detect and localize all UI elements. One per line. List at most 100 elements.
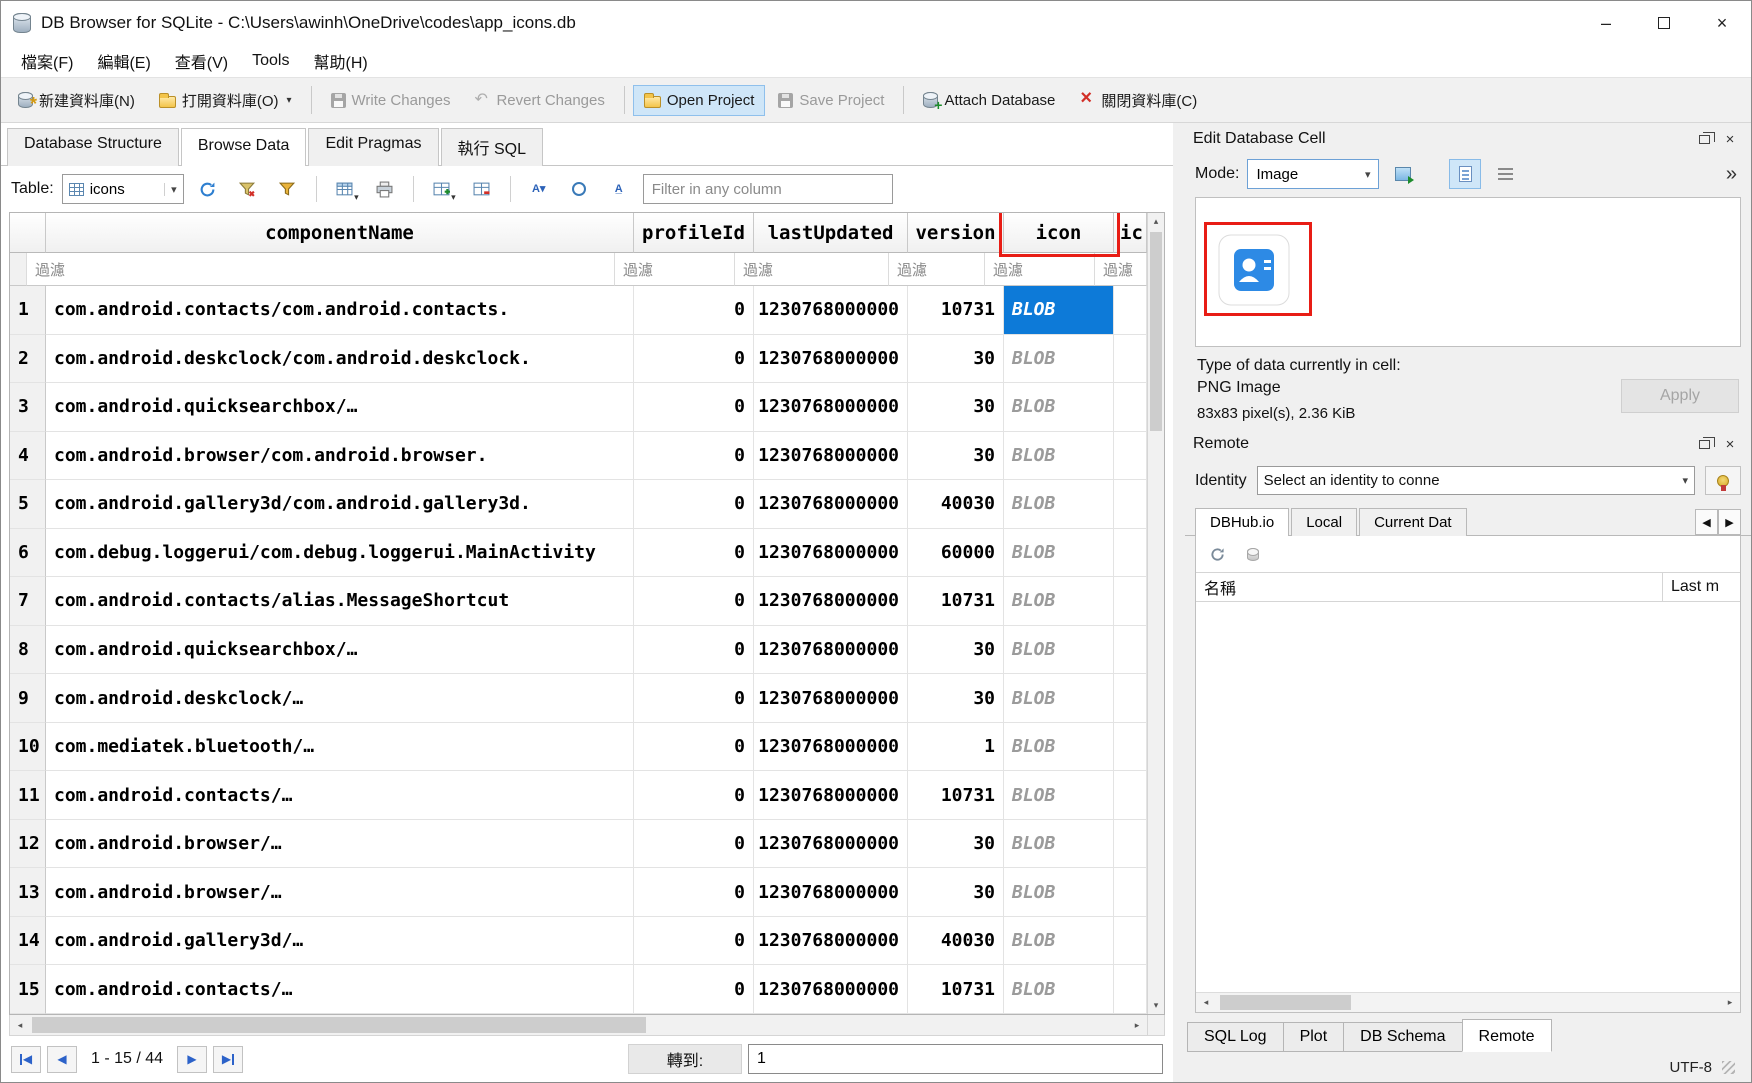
remote-column-name[interactable]: 名稱 xyxy=(1196,573,1662,601)
goto-record-input[interactable] xyxy=(748,1044,1163,1074)
scroll-right-arrow[interactable]: ▸ xyxy=(1720,993,1740,1012)
cell-version[interactable]: 40030 xyxy=(908,917,1004,966)
cell-version[interactable]: 30 xyxy=(908,626,1004,675)
column-header-componentName[interactable]: componentName xyxy=(46,213,634,253)
close-panel-button[interactable]: × xyxy=(1717,433,1743,455)
cell-version[interactable]: 10731 xyxy=(908,286,1004,335)
cell-lastUpdated[interactable]: 1230768000000 xyxy=(754,965,908,1014)
cell-version[interactable]: 30 xyxy=(908,383,1004,432)
scroll-left-arrow[interactable]: ◂ xyxy=(10,1015,30,1035)
open-project-button[interactable]: Open Project xyxy=(633,85,766,116)
text-mode-button[interactable] xyxy=(1449,159,1481,189)
horizontal-scrollbar[interactable]: ◂ ▸ xyxy=(9,1015,1165,1036)
cell-profileId[interactable]: 0 xyxy=(634,626,754,675)
tab-database-structure[interactable]: Database Structure xyxy=(7,128,179,166)
cell-componentName[interactable]: com.android.deskclock/com.android.deskcl… xyxy=(46,335,634,384)
cell-profileId[interactable]: 0 xyxy=(634,868,754,917)
cell-profileId[interactable]: 0 xyxy=(634,577,754,626)
vertical-scroll-track[interactable] xyxy=(1148,230,1164,997)
column-header-partial[interactable]: ic xyxy=(1114,213,1147,253)
cell-componentName[interactable]: com.android.contacts/… xyxy=(46,965,634,1014)
remote-scroll-thumb[interactable] xyxy=(1220,995,1351,1010)
column-header-lastUpdated[interactable]: lastUpdated xyxy=(754,213,908,253)
cell-componentName[interactable]: com.android.gallery3d/… xyxy=(46,917,634,966)
cell-icon[interactable]: BLOB xyxy=(1004,868,1114,917)
cell-version[interactable]: 10731 xyxy=(908,771,1004,820)
horizontal-scroll-track[interactable] xyxy=(30,1015,1127,1035)
tab-remote[interactable]: Remote xyxy=(1462,1019,1552,1052)
minimize-button[interactable]: – xyxy=(1577,1,1635,45)
save-results-button[interactable]: ▾ xyxy=(329,174,361,204)
resize-grip[interactable] xyxy=(1722,1061,1735,1074)
scroll-left-arrow[interactable]: ◂ xyxy=(1196,993,1216,1012)
cell-profileId[interactable]: 0 xyxy=(634,480,754,529)
cell-icon[interactable]: BLOB xyxy=(1004,965,1114,1014)
scroll-right-arrow[interactable]: ▸ xyxy=(1127,1015,1147,1035)
cell-version[interactable]: 30 xyxy=(908,432,1004,481)
cell-icon[interactable]: BLOB xyxy=(1004,432,1114,481)
cell-profileId[interactable]: 0 xyxy=(634,771,754,820)
cell-version[interactable]: 40030 xyxy=(908,480,1004,529)
column-header-profileId[interactable]: profileId xyxy=(634,213,754,253)
menu-edit[interactable]: 編輯(E) xyxy=(87,45,160,77)
import-data-button[interactable] xyxy=(1387,159,1419,189)
menu-file[interactable]: 檔案(F) xyxy=(11,45,83,77)
write-changes-button[interactable]: Write Changes xyxy=(320,85,462,116)
cell-componentName[interactable]: com.android.browser/com.android.browser. xyxy=(46,432,634,481)
cell-componentName[interactable]: com.android.contacts/alias.MessageShortc… xyxy=(46,577,634,626)
cell-profileId[interactable]: 0 xyxy=(634,432,754,481)
cell-lastUpdated[interactable]: 1230768000000 xyxy=(754,917,908,966)
cell-componentName[interactable]: com.android.browser/… xyxy=(46,820,634,869)
cell-componentName[interactable]: com.android.quicksearchbox/… xyxy=(46,626,634,675)
first-page-button[interactable]: ◀ xyxy=(11,1046,41,1073)
remote-horizontal-scrollbar[interactable]: ◂ ▸ xyxy=(1196,992,1740,1012)
tab-current-database[interactable]: Current Dat xyxy=(1359,508,1467,536)
vertical-scroll-thumb[interactable] xyxy=(1150,232,1162,431)
cell-profileId[interactable]: 0 xyxy=(634,917,754,966)
revert-changes-button[interactable]: Revert Changes xyxy=(463,85,615,116)
cell-icon[interactable]: BLOB xyxy=(1004,820,1114,869)
tab-dbhub[interactable]: DBHub.io xyxy=(1195,508,1289,536)
previous-page-button[interactable]: ◀ xyxy=(47,1046,77,1073)
cell-icon[interactable]: BLOB xyxy=(1004,771,1114,820)
save-project-button[interactable]: Save Project xyxy=(767,85,895,116)
cell-lastUpdated[interactable]: 1230768000000 xyxy=(754,480,908,529)
tab-browse-data[interactable]: Browse Data xyxy=(181,128,307,166)
cell-version[interactable]: 30 xyxy=(908,820,1004,869)
cell-icon[interactable]: BLOB xyxy=(1004,286,1114,335)
cell-profileId[interactable]: 0 xyxy=(634,965,754,1014)
print-button[interactable] xyxy=(369,174,401,204)
attach-database-button[interactable]: Attach Database xyxy=(912,85,1066,116)
word-wrap-button[interactable] xyxy=(1489,159,1521,189)
chevron-down-icon[interactable]: ▾ xyxy=(451,192,456,203)
filter-lastUpdated[interactable]: 過濾 xyxy=(735,253,889,286)
filter-version[interactable]: 過濾 xyxy=(889,253,985,286)
scroll-up-arrow[interactable]: ▴ xyxy=(1148,213,1164,230)
cell-lastUpdated[interactable]: 1230768000000 xyxy=(754,771,908,820)
cell-version[interactable]: 30 xyxy=(908,335,1004,384)
cell-lastUpdated[interactable]: 1230768000000 xyxy=(754,432,908,481)
tab-scroll-left-button[interactable]: ◀ xyxy=(1695,509,1718,535)
cell-version[interactable]: 30 xyxy=(908,868,1004,917)
open-database-dropdown-caret[interactable]: ▾ xyxy=(287,95,292,106)
refresh-button[interactable] xyxy=(192,174,224,204)
menu-tools[interactable]: Tools xyxy=(242,48,299,74)
cell-lastUpdated[interactable]: 1230768000000 xyxy=(754,723,908,772)
tab-scroll-right-button[interactable]: ▶ xyxy=(1718,509,1741,535)
sort-descending-button[interactable]: A̲ xyxy=(603,174,635,204)
filter-any-column-input[interactable] xyxy=(643,174,893,204)
cell-lastUpdated[interactable]: 1230768000000 xyxy=(754,626,908,675)
remote-column-last-modified[interactable]: Last m xyxy=(1662,573,1740,601)
menu-help[interactable]: 幫助(H) xyxy=(303,45,377,77)
column-header-version[interactable]: version xyxy=(908,213,1004,253)
cell-componentName[interactable]: com.android.contacts/com.android.contact… xyxy=(46,286,634,335)
cell-icon[interactable]: BLOB xyxy=(1004,577,1114,626)
tab-local[interactable]: Local xyxy=(1291,508,1357,536)
remote-scroll-track[interactable] xyxy=(1216,993,1720,1012)
cell-lastUpdated[interactable]: 1230768000000 xyxy=(754,577,908,626)
mode-selector[interactable]: Image ▾ xyxy=(1247,159,1379,189)
close-database-button[interactable]: 關閉資料庫(C) xyxy=(1068,83,1208,118)
cell-version[interactable]: 1 xyxy=(908,723,1004,772)
remote-refresh-button[interactable] xyxy=(1204,541,1230,567)
new-database-button[interactable]: 新建資料庫(N) xyxy=(7,83,146,118)
